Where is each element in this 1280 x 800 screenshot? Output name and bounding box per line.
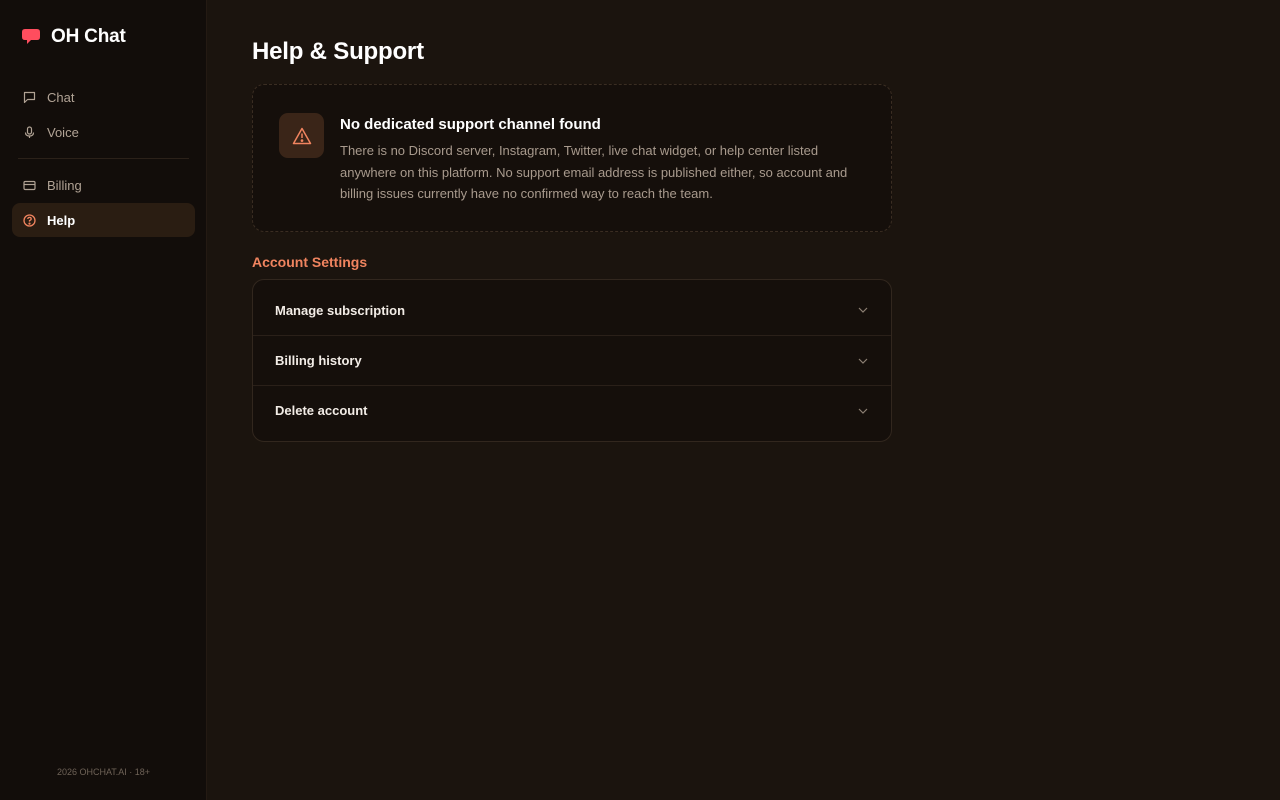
warning-triangle-icon xyxy=(279,113,324,158)
sidebar-item-label: Help xyxy=(47,212,76,228)
sidebar-item-help[interactable]: Help xyxy=(12,203,195,237)
footer-note: 2026 OHCHAT.AI · 18+ xyxy=(56,767,151,777)
sidebar-item-chat[interactable]: Chat xyxy=(12,80,195,114)
help-circle-icon xyxy=(23,213,36,227)
accordion-row-manage-subscription[interactable]: Manage subscription xyxy=(253,285,891,335)
accordion-row-label: Delete account xyxy=(275,403,368,418)
speech-bubble-icon xyxy=(21,27,41,47)
account-settings-accordion: Manage subscription Billing history Dele… xyxy=(252,279,892,442)
page-title: Help & Support xyxy=(252,38,424,65)
message-square-icon xyxy=(23,91,36,104)
brand-logo[interactable]: OH Chat xyxy=(21,26,126,48)
sidebar: OH Chat Chat Voice Billing Help 2026 OHC… xyxy=(0,0,207,800)
sidebar-divider xyxy=(18,158,189,159)
notice-title: No dedicated support channel found xyxy=(340,116,601,133)
accordion-row-label: Billing history xyxy=(275,353,362,368)
support-notice-card: No dedicated support channel found There… xyxy=(252,84,892,232)
section-label-account-settings: Account Settings xyxy=(252,254,368,270)
accordion-row-delete-account[interactable]: Delete account xyxy=(253,385,891,435)
credit-card-icon xyxy=(23,179,36,192)
sidebar-item-label: Billing xyxy=(47,177,82,193)
sidebar-item-label: Voice xyxy=(47,124,79,140)
sidebar-item-voice[interactable]: Voice xyxy=(12,115,195,149)
chevron-down-icon xyxy=(857,355,869,367)
notice-body: There is no Discord server, Instagram, T… xyxy=(340,143,848,201)
chevron-down-icon xyxy=(857,405,869,417)
accordion-row-billing-history[interactable]: Billing history xyxy=(253,335,891,385)
brand-name: OH Chat xyxy=(51,26,126,47)
accordion-row-label: Manage subscription xyxy=(275,302,406,318)
sidebar-item-billing[interactable]: Billing xyxy=(12,168,195,202)
chevron-down-icon xyxy=(857,304,869,316)
microphone-icon xyxy=(23,125,36,139)
sidebar-item-label: Chat xyxy=(47,89,75,105)
